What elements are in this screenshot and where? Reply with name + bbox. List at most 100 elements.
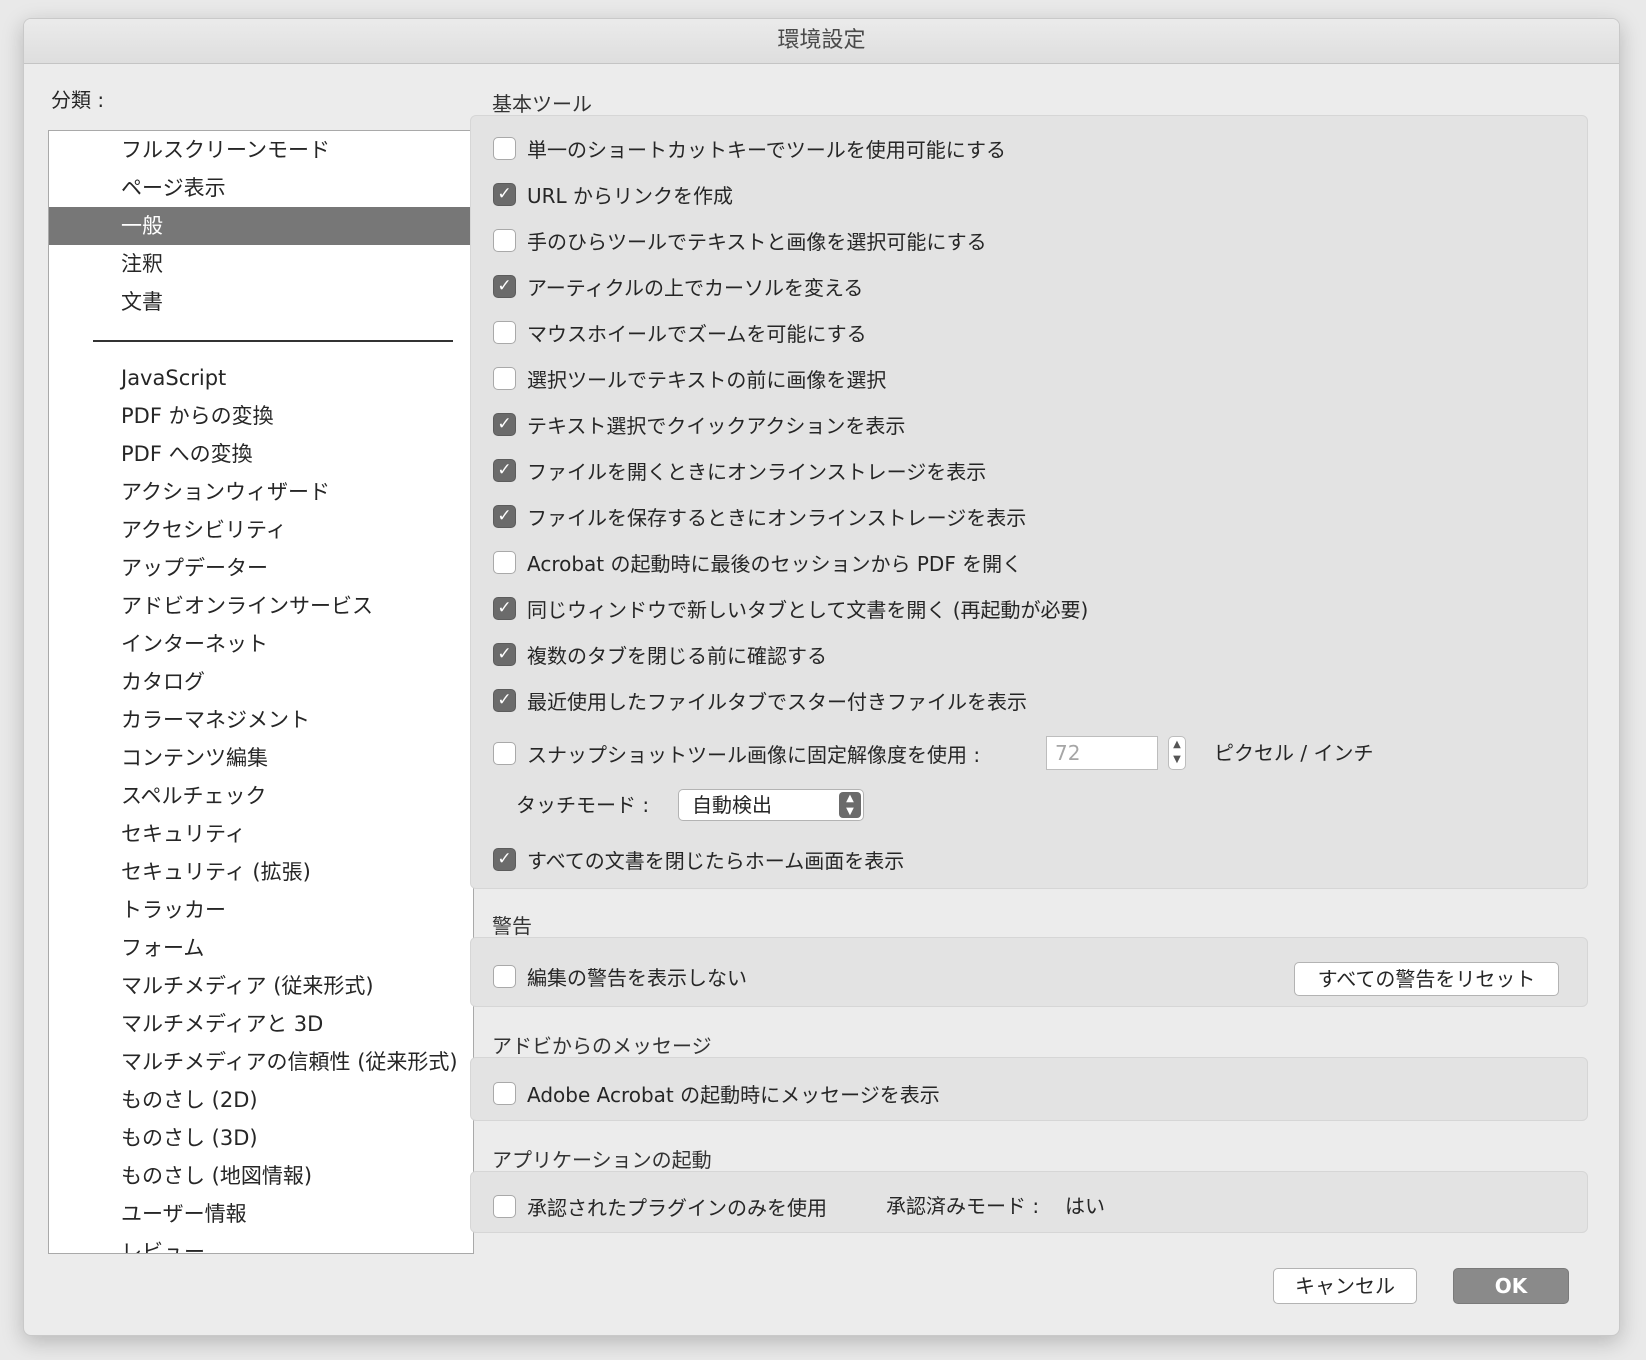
checkbox-checked[interactable]: ✓ (493, 596, 516, 620)
option-row[interactable]: 手のひらツールでテキストと画像を選択可能にする (493, 225, 987, 255)
option-label: ファイルを保存するときにオンラインストレージを表示 (527, 505, 1027, 530)
touch-mode-value: 自動検出 (692, 793, 772, 817)
option-row[interactable]: ✓ 複数のタブを閉じる前に確認する (493, 639, 827, 669)
option-row[interactable]: ✓ アーティクルの上でカーソルを変える (493, 271, 863, 301)
checkbox-checked[interactable]: ✓ (493, 182, 516, 206)
categories-label: 分類 : (51, 88, 105, 112)
option-label: 複数のタブを閉じる前に確認する (527, 643, 827, 668)
checkbox-checked[interactable]: ✓ (493, 458, 516, 482)
checkbox[interactable] (493, 366, 516, 390)
option-row[interactable]: Acrobat の起動時に最後のセッションから PDF を開く (493, 547, 1022, 577)
category-item[interactable]: JavaScript (49, 359, 473, 397)
category-item[interactable]: コンテンツ編集 (49, 739, 473, 777)
cancel-button[interactable]: キャンセル (1273, 1268, 1417, 1304)
category-item[interactable]: マルチメディアの信頼性 (従来形式) (49, 1043, 473, 1081)
option-label: URL からリンクを作成 (527, 183, 734, 208)
category-item[interactable]: ユーザー情報 (49, 1195, 473, 1233)
edit-warning-option[interactable]: 編集の警告を表示しない (493, 961, 747, 991)
section-title-messages: アドビからのメッセージ (492, 1034, 712, 1058)
categories-list[interactable]: フルスクリーンモード ページ表示 一般 注釈 文書 JavaScript PDF からの変… (48, 130, 474, 1254)
certified-plugins-option[interactable]: 承認されたプラグインのみを使用 (493, 1191, 827, 1221)
category-item[interactable]: フルスクリーンモード (49, 131, 473, 169)
chevron-up-icon[interactable]: ▲ (1169, 737, 1185, 752)
home-screen-option[interactable]: ✓ すべての文書を閉じたらホーム画面を表示 (493, 844, 904, 874)
option-row[interactable]: ✓ URL からリンクを作成 (493, 179, 733, 209)
option-row[interactable]: マウスホイールでズームを可能にする (493, 317, 867, 347)
category-item[interactable]: セキュリティ (49, 815, 473, 853)
checkbox-checked[interactable]: ✓ (493, 504, 516, 528)
category-item[interactable]: インターネット (49, 625, 473, 663)
edit-warning-label: 編集の警告を表示しない (527, 965, 747, 990)
option-label: 同じウィンドウで新しいタブとして文書を開く (再起動が必要) (527, 597, 1089, 622)
category-item[interactable]: カラーマネジメント (49, 701, 473, 739)
category-item[interactable]: マルチメディア (従来形式) (49, 967, 473, 1005)
category-item[interactable]: カタログ (49, 663, 473, 701)
option-label: ファイルを開くときにオンラインストレージを表示 (527, 459, 987, 484)
touch-mode-label: タッチモード : (516, 793, 650, 817)
checkbox-checked[interactable]: ✓ (493, 688, 516, 712)
category-item[interactable]: レビュー (49, 1233, 473, 1253)
category-item[interactable]: ものさし (2D) (49, 1081, 473, 1119)
ok-button[interactable]: OK (1453, 1268, 1569, 1304)
home-screen-label: すべての文書を閉じたらホーム画面を表示 (527, 848, 905, 873)
checkbox[interactable] (493, 228, 516, 252)
category-item[interactable]: フォーム (49, 929, 473, 967)
launch-message-checkbox[interactable] (493, 1081, 516, 1105)
checkbox-checked[interactable]: ✓ (493, 642, 516, 666)
chevron-down-icon[interactable]: ▼ (1169, 752, 1185, 767)
category-item[interactable]: ものさし (3D) (49, 1119, 473, 1157)
certified-plugins-checkbox[interactable] (493, 1194, 516, 1218)
category-item[interactable]: ものさし (地図情報) (49, 1157, 473, 1195)
category-item[interactable]: セキュリティ (拡張) (49, 853, 473, 891)
option-row[interactable]: 単一のショートカットキーでツールを使用可能にする (493, 133, 1006, 163)
category-item[interactable]: PDF への変換 (49, 435, 473, 473)
category-item[interactable]: アクションウィザード (49, 473, 473, 511)
snapshot-checkbox[interactable] (493, 741, 516, 765)
option-label: Acrobat の起動時に最後のセッションから PDF を開く (527, 551, 1023, 576)
window-title: 環境設定 (24, 19, 1619, 64)
option-row[interactable]: ✓ 同じウィンドウで新しいタブとして文書を開く (再起動が必要) (493, 593, 1088, 623)
category-item[interactable]: 文書 (49, 283, 473, 321)
option-row[interactable]: ✓ 最近使用したファイルタブでスター付きファイルを表示 (493, 685, 1027, 715)
option-label: テキスト選択でクイックアクションを表示 (527, 413, 906, 438)
launch-message-label: Adobe Acrobat の起動時にメッセージを表示 (527, 1082, 940, 1107)
snapshot-option[interactable]: スナップショットツール画像に固定解像度を使用 : (493, 738, 980, 768)
option-label: 選択ツールでテキストの前に画像を選択 (527, 367, 887, 392)
home-screen-checkbox[interactable]: ✓ (493, 847, 516, 871)
launch-message-option[interactable]: Adobe Acrobat の起動時にメッセージを表示 (493, 1078, 940, 1108)
reset-warnings-button[interactable]: すべての警告をリセット (1294, 962, 1559, 996)
section-title-basic-tools: 基本ツール (492, 92, 592, 116)
category-item[interactable]: アクセシビリティ (49, 511, 473, 549)
option-row[interactable]: 選択ツールでテキストの前に画像を選択 (493, 363, 886, 393)
resolution-input[interactable]: 72 (1046, 736, 1158, 770)
checkbox-checked[interactable]: ✓ (493, 274, 516, 298)
certified-plugins-label: 承認されたプラグインのみを使用 (527, 1195, 827, 1220)
option-label: 単一のショートカットキーでツールを使用可能にする (527, 137, 1006, 162)
option-row[interactable]: ✓ ファイルを保存するときにオンラインストレージを表示 (493, 501, 1026, 531)
category-item[interactable]: ページ表示 (49, 169, 473, 207)
category-item[interactable]: スペルチェック (49, 777, 473, 815)
certified-mode-value: はい (1065, 1194, 1105, 1218)
option-row[interactable]: ✓ テキスト選択でクイックアクションを表示 (493, 409, 905, 439)
option-label: 手のひらツールでテキストと画像を選択可能にする (527, 229, 987, 254)
option-row[interactable]: ✓ ファイルを開くときにオンラインストレージを表示 (493, 455, 986, 485)
checkbox[interactable] (493, 550, 516, 574)
category-item[interactable]: トラッカー (49, 891, 473, 929)
updown-arrows-icon: ▲ ▼ (839, 792, 861, 818)
category-item[interactable]: マルチメディアと 3D (49, 1005, 473, 1043)
checkbox-checked[interactable]: ✓ (493, 412, 516, 436)
touch-mode-select[interactable]: 自動検出 ▲ ▼ (678, 789, 864, 821)
category-item[interactable]: 注釈 (49, 245, 473, 283)
category-item[interactable]: PDF からの変換 (49, 397, 473, 435)
category-item[interactable]: アップデーター (49, 549, 473, 587)
resolution-stepper[interactable]: ▲ ▼ (1168, 736, 1186, 770)
certified-mode-label: 承認済みモード : (886, 1194, 1040, 1218)
option-label: アーティクルの上でカーソルを変える (527, 275, 864, 300)
section-title-warnings: 警告 (492, 914, 532, 938)
category-item[interactable]: 一般 (49, 207, 473, 245)
category-item[interactable]: アドビオンラインサービス (49, 587, 473, 625)
resolution-unit: ピクセル / インチ (1214, 741, 1374, 765)
checkbox[interactable] (493, 136, 516, 160)
edit-warning-checkbox[interactable] (493, 964, 516, 988)
checkbox[interactable] (493, 320, 516, 344)
